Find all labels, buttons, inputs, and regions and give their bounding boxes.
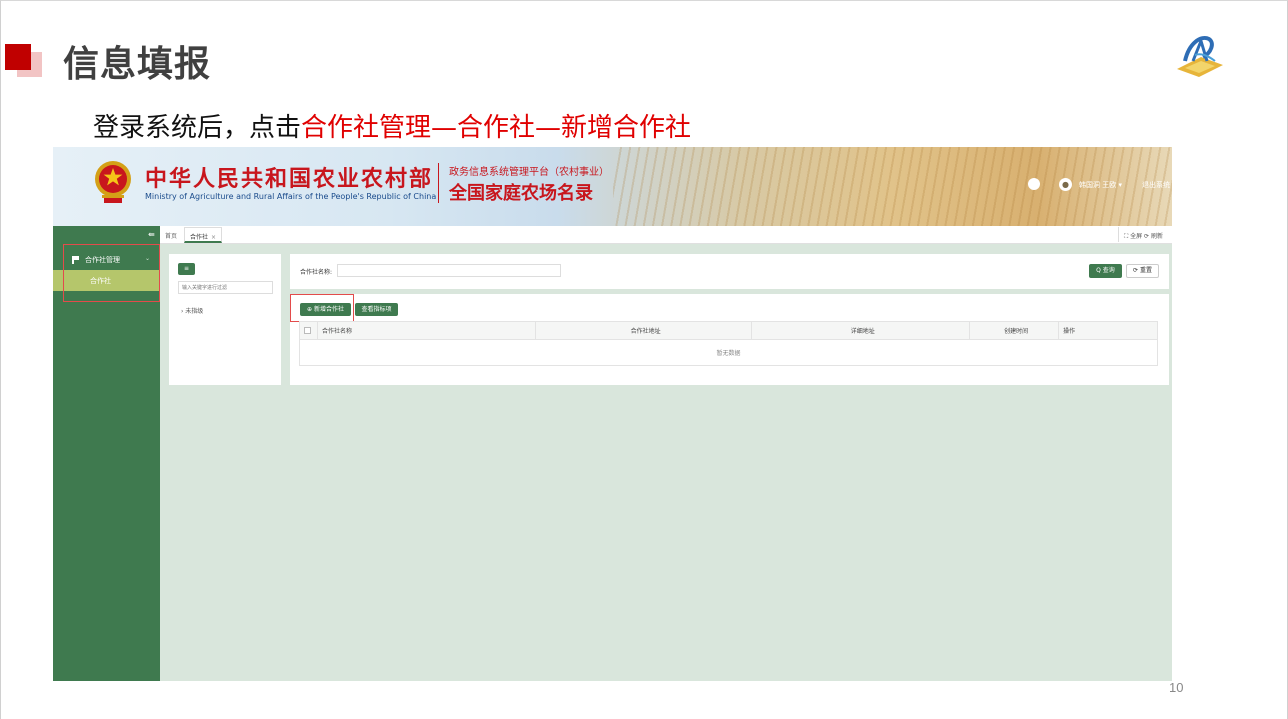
tree-panel: ≡ › 未指级 — [169, 254, 281, 385]
table-panel: ⊕ 新增合作社 查看指标项 合作社名称 合作社地址 详细地址 创建时间 操作 暂… — [290, 294, 1169, 385]
title-accent-square — [5, 44, 31, 70]
slide-title: 信息填报 — [63, 44, 212, 85]
organization-logo-icon — [1177, 36, 1223, 77]
user-menu[interactable]: 韩国洞 王欧 ▾ — [1079, 180, 1122, 190]
tab-home[interactable]: 首页 — [165, 231, 177, 240]
column-header: 创建时间 — [969, 321, 1060, 340]
view-indicators-button[interactable]: 查看指标项 — [355, 303, 398, 316]
cooperative-table: 合作社名称 合作社地址 详细地址 创建时间 操作 暂无数据 — [299, 321, 1158, 366]
user-avatar-icon[interactable]: ● — [1059, 178, 1072, 191]
column-header: 合作社地址 — [534, 321, 753, 340]
close-icon[interactable]: × — [211, 234, 216, 241]
tab-label: 合作社 — [190, 234, 209, 241]
fullscreen-refresh-tools[interactable]: ⛶ 全屏 ⟳ 刷新 — [1118, 227, 1168, 242]
tab-cooperative[interactable]: 合作社 × — [184, 227, 223, 243]
instruction-path: 合作社管理—合作社—新增合作社 — [301, 113, 692, 143]
page-number: 10 — [1169, 680, 1184, 695]
platform-subtitle: 政务信息系统管理平台（农村事业） — [449, 167, 609, 178]
checkbox-icon[interactable] — [304, 327, 311, 334]
query-button[interactable]: Q 查询 — [1089, 264, 1122, 278]
annotation-highlight-menu — [63, 244, 160, 302]
select-all-checkbox[interactable] — [299, 321, 318, 340]
tab-bar: 首页 合作社 × ⛶ 全屏 ⟳ 刷新 — [160, 226, 1172, 244]
empty-state: 暂无数据 — [299, 339, 1158, 366]
ministry-name-cn: 中华人民共和国农业农村部 — [145, 166, 434, 192]
instruction-text: 登录系统后，点击合作社管理—合作社—新增合作社 — [93, 107, 691, 144]
tree-node[interactable]: › 未指级 — [181, 306, 203, 315]
platform-name: 全国家庭农场名录 — [449, 183, 593, 204]
table-row: 暂无数据 — [299, 339, 1158, 366]
sidebar-collapse-icon[interactable]: ⇚ — [148, 230, 155, 239]
column-header: 合作社名称 — [316, 321, 536, 340]
logout-link[interactable]: 退出系统 — [1142, 180, 1170, 190]
annotation-highlight-add-button — [290, 294, 354, 322]
header-divider — [438, 163, 439, 203]
ministry-name-en: Ministry of Agriculture and Rural Affair… — [145, 192, 437, 201]
instruction-prefix: 登录系统后，点击 — [93, 113, 302, 143]
reset-button[interactable]: ⟳ 重置 — [1126, 264, 1159, 278]
message-icon[interactable] — [1028, 178, 1040, 190]
tree-menu-button[interactable]: ≡ — [178, 263, 195, 275]
search-panel: 合作社名称: Q 查询 ⟳ 重置 — [290, 254, 1169, 289]
table-header-row: 合作社名称 合作社地址 详细地址 创建时间 操作 — [299, 321, 1158, 340]
national-emblem-icon — [95, 161, 131, 203]
column-header: 详细地址 — [751, 321, 971, 340]
search-label: 合作社名称: — [300, 269, 333, 276]
column-header: 操作 — [1058, 321, 1158, 340]
slide: 信息填报 登录系统后，点击合作社管理—合作社—新增合作社 中华人民共和国农业农村… — [0, 0, 1288, 719]
cooperative-name-input[interactable] — [337, 264, 561, 277]
tree-filter-input[interactable] — [178, 281, 273, 294]
app-screenshot: 中华人民共和国农业农村部 Ministry of Agriculture and… — [53, 147, 1172, 681]
